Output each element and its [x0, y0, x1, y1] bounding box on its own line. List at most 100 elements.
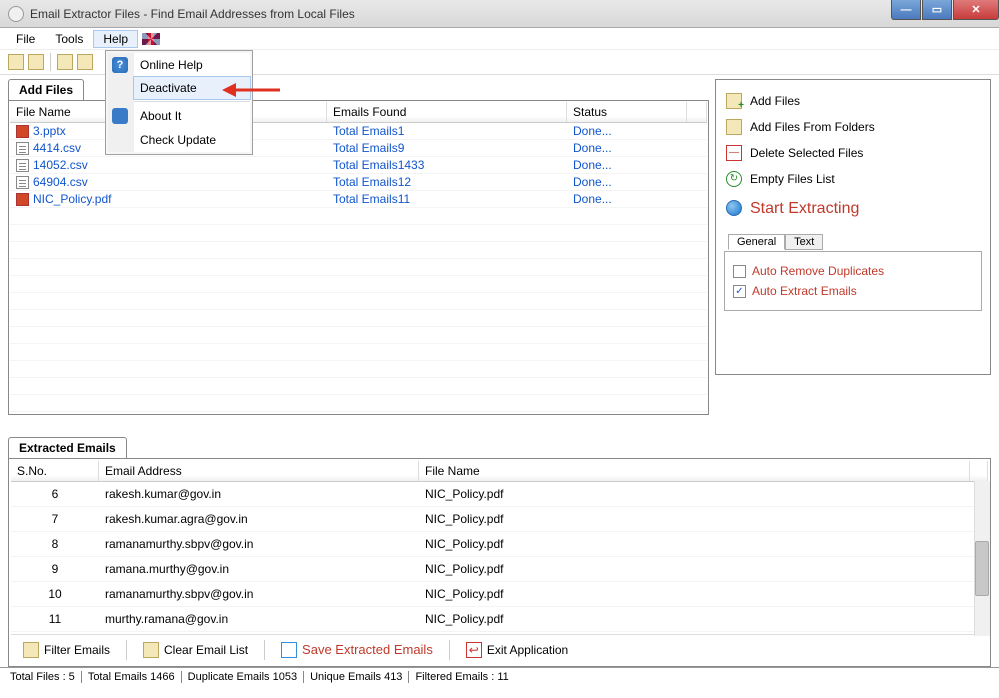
col-status[interactable]: Status — [567, 102, 687, 122]
checkbox-auto-extract-emails[interactable]: ✓ Auto Extract Emails — [733, 284, 973, 298]
bottom-toolbar: Filter Emails Clear Email List Save Extr… — [11, 634, 988, 664]
col-emails-found[interactable]: Emails Found — [327, 102, 567, 122]
minimize-button[interactable]: — — [891, 0, 921, 20]
help-dropdown: ? Online Help Deactivate About It Check … — [105, 50, 253, 155]
table-row[interactable]: 11murthy.ramana@gov.inNIC_Policy.pdf — [11, 607, 988, 632]
tab-add-files[interactable]: Add Files — [8, 79, 84, 100]
table-row — [10, 395, 707, 412]
toolbar-separator — [50, 53, 51, 71]
file-type-icon — [16, 142, 29, 155]
table-row — [10, 344, 707, 361]
file-name: NIC_Policy.pdf — [419, 487, 970, 501]
table-row[interactable]: NIC_Policy.pdfTotal Emails11Done... — [10, 191, 707, 208]
extracted-panel: S.No. Email Address File Name 6rakesh.ku… — [8, 458, 991, 667]
menu-deactivate[interactable]: Deactivate — [133, 76, 251, 100]
table-row[interactable]: 9ramana.murthy@gov.inNIC_Policy.pdf — [11, 557, 988, 582]
emails-found: Total Emails9 — [327, 141, 567, 155]
add-from-folders-button[interactable]: Add Files From Folders — [724, 114, 982, 140]
button-label: Clear Email List — [164, 643, 248, 657]
menu-tools[interactable]: Tools — [45, 30, 93, 48]
file-type-icon — [16, 176, 29, 189]
table-row[interactable]: 14052.csv Total Emails1433Done... — [10, 157, 707, 174]
table-row[interactable]: 64904.csvTotal Emails12Done... — [10, 174, 707, 191]
exit-application-button[interactable]: Exit Application — [460, 640, 574, 660]
table-row[interactable]: 10ramanamurthy.sbpv@gov.inNIC_Policy.pdf — [11, 582, 988, 607]
sno: 10 — [11, 587, 99, 601]
file-type-icon — [16, 125, 29, 138]
tab-extracted-emails[interactable]: Extracted Emails — [8, 437, 127, 458]
about-icon — [112, 108, 128, 124]
scrollbar-thumb[interactable] — [975, 541, 989, 596]
save-icon — [281, 642, 297, 658]
table-row[interactable]: 6rakesh.kumar@gov.inNIC_Policy.pdf — [11, 482, 988, 507]
status: Done... — [567, 158, 687, 172]
button-label: Save Extracted Emails — [302, 642, 433, 657]
help-icon: ? — [112, 57, 128, 73]
status: Done... — [567, 141, 687, 155]
menubar: File Tools Help — [0, 28, 999, 50]
file-name: 4414.csv — [33, 141, 81, 155]
button-label: Delete Selected Files — [750, 146, 863, 160]
menu-item-label: Online Help — [140, 58, 203, 72]
exit-icon — [466, 642, 482, 658]
table-row[interactable]: 8ramanamurthy.sbpv@gov.inNIC_Policy.pdf — [11, 532, 988, 557]
language-flag-icon[interactable] — [142, 33, 160, 45]
save-extracted-emails-button[interactable]: Save Extracted Emails — [275, 640, 439, 660]
file-name: NIC_Policy.pdf — [419, 587, 970, 601]
empty-list-button[interactable]: Empty Files List — [724, 166, 982, 192]
scrollbar[interactable] — [974, 481, 990, 636]
start-extracting-button[interactable]: Start Extracting — [724, 192, 982, 223]
table-row — [10, 208, 707, 225]
toolbar-add-folder-icon[interactable] — [28, 54, 44, 70]
delete-selected-button[interactable]: — Delete Selected Files — [724, 140, 982, 166]
toolbar-btn4-icon[interactable] — [77, 54, 93, 70]
sno: 7 — [11, 512, 99, 526]
file-name: 14052.csv — [33, 158, 88, 172]
sno: 11 — [11, 612, 99, 626]
button-label: Filter Emails — [44, 643, 110, 657]
toolbar-add-file-icon[interactable] — [8, 54, 24, 70]
checkbox-auto-remove-duplicates[interactable]: Auto Remove Duplicates — [733, 264, 973, 278]
button-label: Add Files From Folders — [750, 120, 875, 134]
checkbox-label: Auto Extract Emails — [752, 284, 857, 298]
menu-file[interactable]: File — [6, 30, 45, 48]
table-row — [10, 310, 707, 327]
file-name: 3.pptx — [33, 124, 66, 138]
file-name: NIC_Policy.pdf — [419, 537, 970, 551]
menu-check-update[interactable]: Check Update — [134, 128, 250, 152]
button-label: Add Files — [750, 94, 800, 108]
separator — [449, 640, 450, 660]
emails-found: Total Emails1433 — [327, 158, 567, 172]
email-address: rakesh.kumar.agra@gov.in — [99, 512, 419, 526]
col-spacer — [970, 461, 988, 481]
file-name: NIC_Policy.pdf — [419, 612, 970, 626]
menu-item-label: Check Update — [140, 133, 216, 147]
tab-general[interactable]: General — [728, 234, 785, 250]
add-files-button[interactable]: Add Files — [724, 88, 982, 114]
clear-email-list-button[interactable]: Clear Email List — [137, 640, 254, 660]
separator — [264, 640, 265, 660]
status: Done... — [567, 124, 687, 138]
table-row — [10, 276, 707, 293]
table-row — [10, 378, 707, 395]
col-email[interactable]: Email Address — [99, 461, 419, 481]
email-address: rakesh.kumar@gov.in — [99, 487, 419, 501]
tab-text[interactable]: Text — [785, 234, 823, 250]
actions-box: Add Files Add Files From Folders — Delet… — [715, 79, 991, 375]
maximize-button[interactable]: ▭ — [922, 0, 952, 20]
menu-item-label: Deactivate — [140, 81, 197, 95]
toolbar-btn3-icon[interactable] — [57, 54, 73, 70]
menu-help[interactable]: Help — [93, 30, 138, 48]
statusbar: Total Files : 5 Total Emails 1466 Duplic… — [0, 667, 999, 685]
close-button[interactable]: ✕ — [953, 0, 999, 20]
filter-emails-button[interactable]: Filter Emails — [17, 640, 116, 660]
menu-online-help[interactable]: ? Online Help — [134, 53, 250, 77]
delete-icon: — — [726, 145, 742, 161]
button-label: Start Extracting — [750, 197, 859, 218]
menu-about[interactable]: About It — [134, 104, 250, 128]
col-sno[interactable]: S.No. — [11, 461, 99, 481]
table-row[interactable]: 7rakesh.kumar.agra@gov.inNIC_Policy.pdf — [11, 507, 988, 532]
status-unique-emails: Unique Emails 413 — [304, 671, 409, 683]
table-row — [10, 361, 707, 378]
col-file[interactable]: File Name — [419, 461, 970, 481]
